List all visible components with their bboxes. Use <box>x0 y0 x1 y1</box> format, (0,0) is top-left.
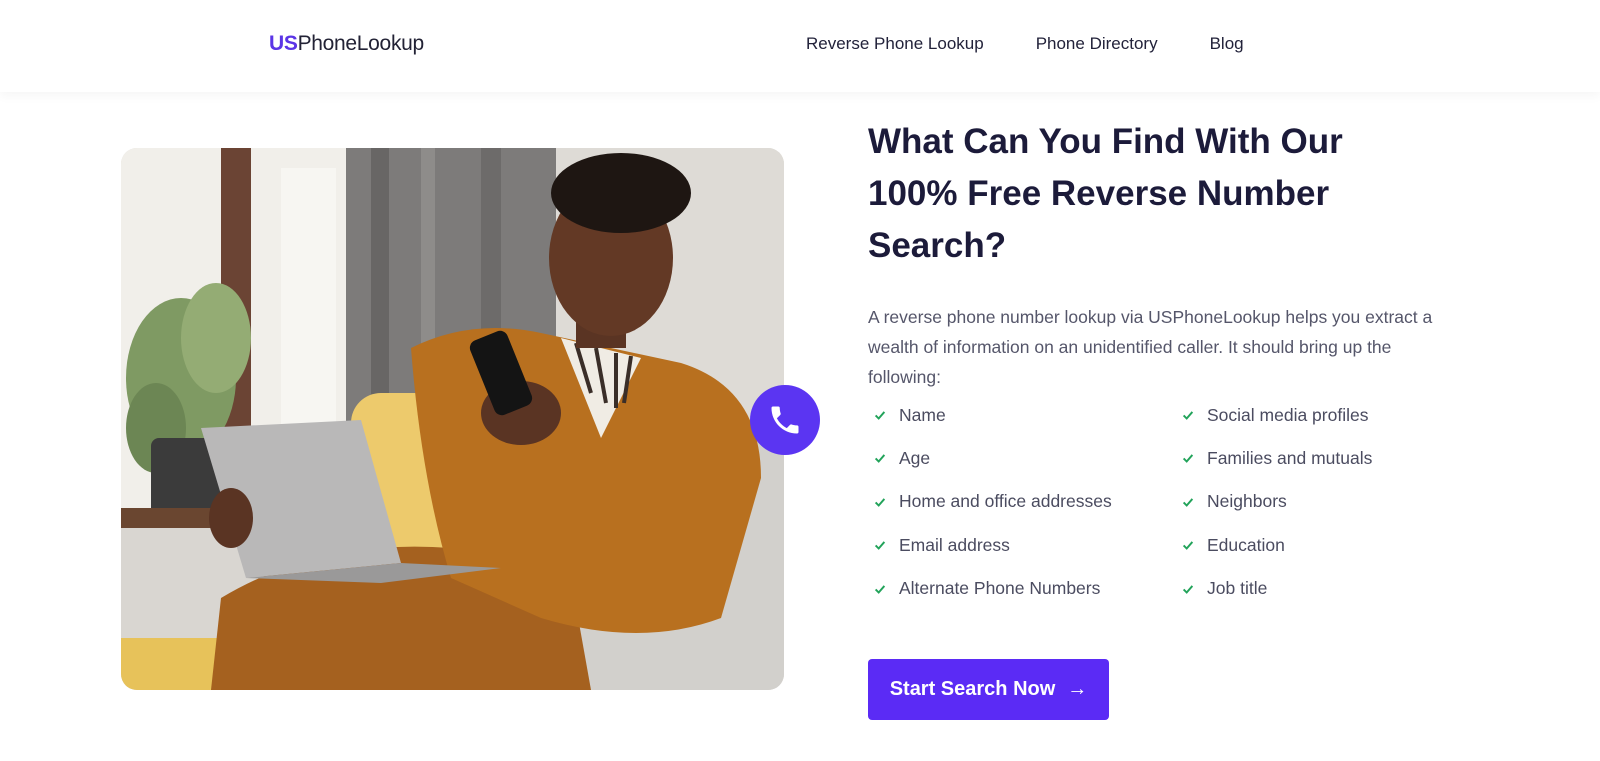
hero-photo <box>121 148 784 690</box>
check-icon <box>1182 584 1194 594</box>
check-icon <box>874 584 886 594</box>
nav-reverse-phone-lookup[interactable]: Reverse Phone Lookup <box>806 34 984 54</box>
logo-rest: PhoneLookup <box>297 32 425 55</box>
feature-label: Families and mutuals <box>1207 447 1373 468</box>
check-icon <box>874 411 886 420</box>
feature-list: Name Social media profiles Age Families … <box>868 404 1468 600</box>
feature-label: Neighbors <box>1207 491 1287 512</box>
feature-label: Home and office addresses <box>899 491 1112 512</box>
check-icon <box>1182 411 1194 420</box>
logo[interactable]: USPhoneLookup <box>269 32 424 56</box>
feature-item: Job title <box>1176 578 1466 600</box>
phone-icon <box>750 385 820 455</box>
section-title: What Can You Find With Our 100% Free Rev… <box>868 122 1343 265</box>
feature-label: Name <box>899 404 946 425</box>
feature-item: Email address <box>868 534 1176 556</box>
feature-item: Alternate Phone Numbers <box>868 578 1176 600</box>
section-description: A reverse phone number lookup via USPhon… <box>868 307 1433 387</box>
feature-label: Email address <box>899 534 1010 555</box>
check-icon <box>874 454 886 464</box>
check-icon <box>874 498 886 507</box>
features-section: What Can You Find With Our 100% Free Rev… <box>868 116 1468 600</box>
feature-item: Name <box>868 404 1176 426</box>
site-header: USPhoneLookup Reverse Phone Lookup Phone… <box>0 0 1600 92</box>
start-search-button[interactable]: Start Search Now → <box>868 659 1109 720</box>
feature-label: Social media profiles <box>1207 404 1369 425</box>
feature-item: Age <box>868 447 1176 469</box>
main-nav: Reverse Phone Lookup Phone Directory Blo… <box>806 34 1244 54</box>
check-icon <box>1182 541 1194 551</box>
logo-us: US <box>269 32 298 55</box>
check-icon <box>1182 454 1194 464</box>
feature-label: Education <box>1207 534 1285 555</box>
arrow-right-icon: → <box>1067 678 1088 700</box>
start-search-label: Start Search Now <box>889 678 1056 700</box>
feature-label: Job title <box>1207 578 1268 599</box>
feature-item: Families and mutuals <box>1176 447 1466 469</box>
feature-item: Social media profiles <box>1176 404 1466 426</box>
feature-label: Alternate Phone Numbers <box>899 578 1101 599</box>
feature-label: Age <box>899 447 931 468</box>
check-icon <box>1182 498 1194 507</box>
nav-phone-directory[interactable]: Phone Directory <box>1036 34 1158 54</box>
nav-blog[interactable]: Blog <box>1210 34 1244 54</box>
check-icon <box>874 541 886 551</box>
feature-item: Education <box>1176 534 1466 556</box>
feature-item: Neighbors <box>1176 491 1466 513</box>
feature-item: Home and office addresses <box>868 491 1176 513</box>
